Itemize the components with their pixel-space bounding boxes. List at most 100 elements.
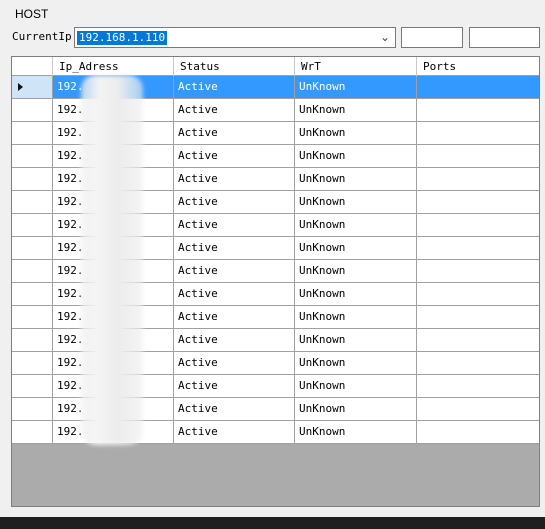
row-header[interactable] (12, 168, 53, 190)
status-cell[interactable]: Active (174, 145, 295, 167)
current-ip-value[interactable]: 192.168.1.110 (77, 31, 168, 45)
row-header[interactable] (12, 76, 53, 98)
table-row[interactable]: 192. Active UnKnown (12, 168, 539, 191)
ports-cell[interactable] (417, 168, 539, 190)
ip-address-cell[interactable]: 192. (53, 168, 174, 190)
row-header[interactable] (12, 329, 53, 351)
status-cell[interactable]: Active (174, 306, 295, 328)
wrt-cell[interactable]: UnKnown (295, 237, 417, 259)
row-header[interactable] (12, 191, 53, 213)
status-cell[interactable]: Active (174, 191, 295, 213)
ports-cell[interactable] (417, 122, 539, 144)
wrt-cell[interactable]: UnKnown (295, 214, 417, 236)
ports-cell[interactable] (417, 260, 539, 282)
ports-cell[interactable] (417, 329, 539, 351)
table-row[interactable]: 192. Active UnKnown (12, 122, 539, 145)
ports-cell[interactable] (417, 375, 539, 397)
wrt-cell[interactable]: UnKnown (295, 352, 417, 374)
table-row[interactable]: 192. Active UnKnown (12, 306, 539, 329)
table-row[interactable]: 192. Active UnKnown (12, 352, 539, 375)
status-cell[interactable]: Active (174, 99, 295, 121)
row-header[interactable] (12, 398, 53, 420)
status-cell[interactable]: Active (174, 283, 295, 305)
table-row[interactable]: 192. Active UnKnown (12, 283, 539, 306)
status-cell[interactable]: Active (174, 76, 295, 98)
ports-cell[interactable] (417, 421, 539, 443)
ip-address-cell[interactable]: 192. (53, 76, 174, 98)
column-header-ip-address[interactable]: Ip_Adress (53, 57, 174, 76)
table-row[interactable]: 192. Active UnKnown (12, 191, 539, 214)
wrt-cell[interactable]: UnKnown (295, 99, 417, 121)
ip-address-cell[interactable]: 192. (53, 375, 174, 397)
ports-cell[interactable] (417, 214, 539, 236)
status-cell[interactable]: Active (174, 122, 295, 144)
row-header[interactable] (12, 145, 53, 167)
status-cell[interactable]: Active (174, 421, 295, 443)
status-cell[interactable]: Active (174, 329, 295, 351)
column-header-ports[interactable]: Ports (417, 57, 539, 76)
wrt-cell[interactable]: UnKnown (295, 76, 417, 98)
status-cell[interactable]: Active (174, 260, 295, 282)
row-header[interactable] (12, 375, 53, 397)
wrt-cell[interactable]: UnKnown (295, 421, 417, 443)
table-row[interactable]: 192. Active UnKnown (12, 375, 539, 398)
row-header[interactable] (12, 421, 53, 443)
wrt-cell[interactable]: UnKnown (295, 398, 417, 420)
row-header[interactable] (12, 352, 53, 374)
ip-address-cell[interactable]: 192. (53, 214, 174, 236)
status-cell[interactable]: Active (174, 375, 295, 397)
ports-cell[interactable] (417, 352, 539, 374)
table-row[interactable]: 192. Active UnKnown (12, 214, 539, 237)
ports-cell[interactable] (417, 145, 539, 167)
wrt-cell[interactable]: UnKnown (295, 283, 417, 305)
wrt-cell[interactable]: UnKnown (295, 168, 417, 190)
ip-address-cell[interactable]: 192. (53, 329, 174, 351)
table-row[interactable]: 192. Active UnKnown (12, 421, 539, 444)
row-header[interactable] (12, 260, 53, 282)
ip-address-cell[interactable]: 192. (53, 306, 174, 328)
ports-cell[interactable] (417, 283, 539, 305)
table-row[interactable]: 192. Active UnKnown (12, 398, 539, 421)
ip-address-cell[interactable]: 192. (53, 145, 174, 167)
ports-cell[interactable] (417, 99, 539, 121)
ports-cell[interactable] (417, 398, 539, 420)
ip-address-cell[interactable]: 192. (53, 283, 174, 305)
column-header-status[interactable]: Status (174, 57, 295, 76)
row-header[interactable] (12, 214, 53, 236)
row-header[interactable] (12, 122, 53, 144)
chevron-down-icon[interactable]: ⌄ (378, 30, 392, 45)
status-cell[interactable]: Active (174, 398, 295, 420)
ports-cell[interactable] (417, 306, 539, 328)
ip-address-cell[interactable]: 192. (53, 352, 174, 374)
ip-address-cell[interactable]: 192. (53, 421, 174, 443)
row-header[interactable] (12, 283, 53, 305)
wrt-cell[interactable]: UnKnown (295, 375, 417, 397)
row-header[interactable] (12, 237, 53, 259)
table-row[interactable]: 192. Active UnKnown (12, 329, 539, 352)
ports-cell[interactable] (417, 191, 539, 213)
wrt-cell[interactable]: UnKnown (295, 329, 417, 351)
status-cell[interactable]: Active (174, 237, 295, 259)
text-field-2[interactable] (469, 27, 540, 48)
row-header-corner[interactable] (12, 57, 53, 76)
wrt-cell[interactable]: UnKnown (295, 260, 417, 282)
ip-address-cell[interactable]: 192. (53, 191, 174, 213)
row-header[interactable] (12, 306, 53, 328)
row-header[interactable] (12, 99, 53, 121)
wrt-cell[interactable]: UnKnown (295, 306, 417, 328)
status-cell[interactable]: Active (174, 352, 295, 374)
ip-address-cell[interactable]: 192. (53, 237, 174, 259)
wrt-cell[interactable]: UnKnown (295, 122, 417, 144)
wrt-cell[interactable]: UnKnown (295, 191, 417, 213)
table-row[interactable]: 192. Active UnKnown (12, 237, 539, 260)
current-ip-combobox[interactable]: 192.168.1.110 ⌄ (74, 27, 396, 48)
text-field-1[interactable] (401, 27, 463, 48)
ports-cell[interactable] (417, 76, 539, 98)
ip-address-cell[interactable]: 192. (53, 260, 174, 282)
table-row[interactable]: 192. Active UnKnown (12, 145, 539, 168)
ports-cell[interactable] (417, 237, 539, 259)
table-row[interactable]: 192. Active UnKnown (12, 76, 539, 99)
table-row[interactable]: 192. Active UnKnown (12, 99, 539, 122)
ip-address-cell[interactable]: 192. (53, 99, 174, 121)
ip-address-cell[interactable]: 192. (53, 398, 174, 420)
